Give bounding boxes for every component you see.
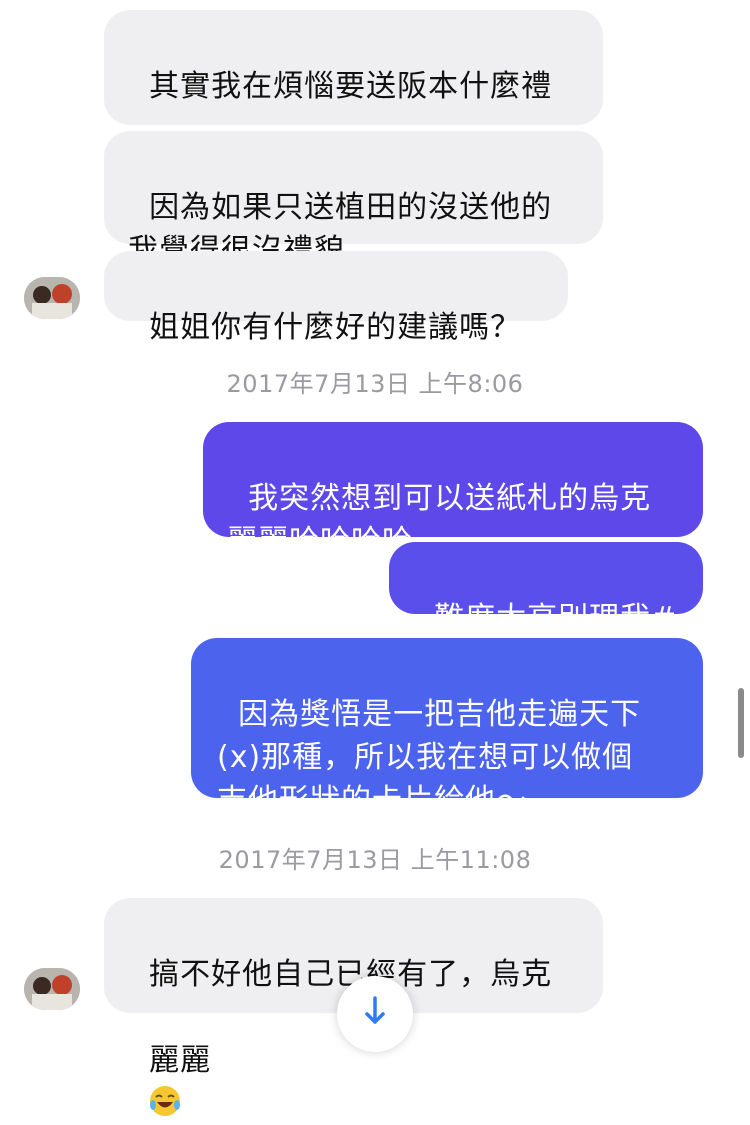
message-bubble-received[interactable]: 姐姐你有什麼好的建議嗎？ <box>104 251 568 345</box>
contact-avatar[interactable] <box>24 968 80 1010</box>
face-with-tears-of-joy-icon <box>150 1086 181 1116</box>
timestamp: 2017年7月13日 上午11:08 <box>218 846 532 874</box>
scrollbar[interactable] <box>738 688 744 758</box>
contact-avatar[interactable] <box>24 277 80 319</box>
message-bubble-sent[interactable]: 我突然想到可以送紙札的烏克 麗麗哈哈哈哈 <box>203 422 703 559</box>
jump-to-latest-button[interactable] <box>337 976 413 1052</box>
message-bubble-sent[interactable]: 因為獎悟是一把吉他走遍天下 (x)那種，所以我在想可以做個 吉他形狀的卡片給他～ <box>191 638 703 818</box>
timestamp: 2017年7月13日 上午8:06 <box>226 370 524 398</box>
message-text: 其實我在煩惱要送阪本什麼禮 <box>149 69 553 104</box>
arrow-down-icon <box>365 996 385 1024</box>
message-bubble-sent[interactable]: 難度太高別理我# <box>389 542 703 636</box>
message-bubble-received[interactable]: 因為如果只送植田的沒送他的 我覺得很沒禮貌 <box>104 131 603 268</box>
message-text: 難度太高別理我# <box>434 601 678 636</box>
message-text: 姐姐你有什麼好的建議嗎？ <box>149 310 522 345</box>
message-text: 麗麗 <box>149 1043 212 1078</box>
message-bubble-received[interactable]: 其實我在煩惱要送阪本什麼禮 物 <box>104 10 603 228</box>
message-text: 因為獎悟是一把吉他走遍天下 (x)那種，所以我在想可以做個 吉他形狀的卡片給他～ <box>217 697 642 818</box>
